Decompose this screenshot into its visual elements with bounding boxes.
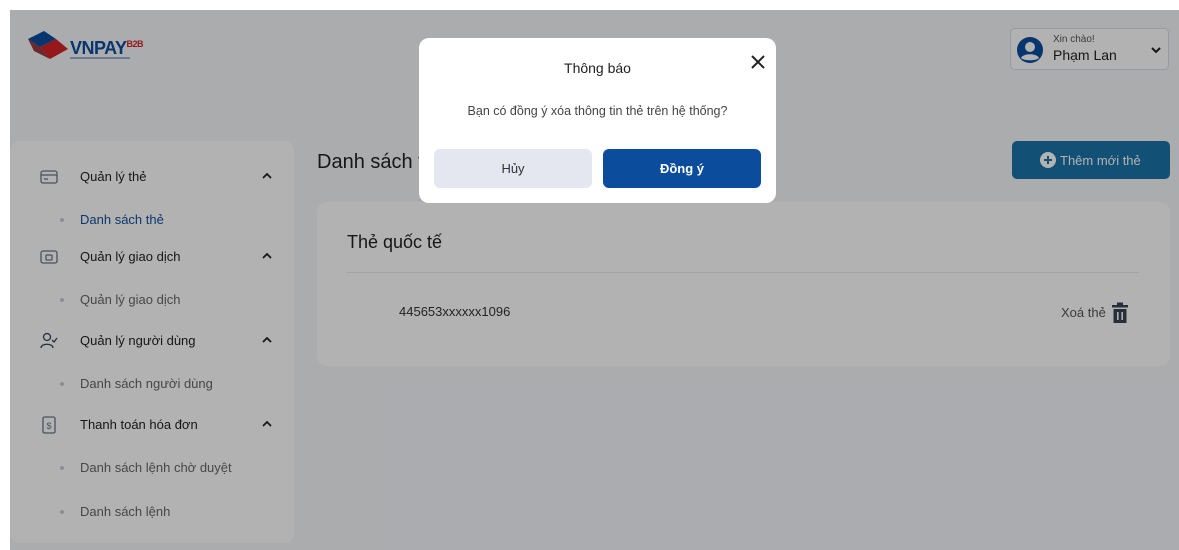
confirm-button[interactable]: Đồng ý — [603, 149, 761, 188]
dialog-message: Bạn có đồng ý xóa thông tin thẻ trên hệ … — [467, 104, 728, 118]
confirm-delete-dialog: Thông báo Bạn có đồng ý xóa thông tin th… — [419, 38, 776, 203]
dialog-title: Thông báo — [564, 60, 631, 76]
app-root: VNPAYB2B Xin chào! Phạm Lan Quản lý thẻ … — [10, 10, 1179, 550]
cancel-button[interactable]: Hủy — [434, 149, 592, 188]
close-icon[interactable] — [750, 54, 766, 70]
